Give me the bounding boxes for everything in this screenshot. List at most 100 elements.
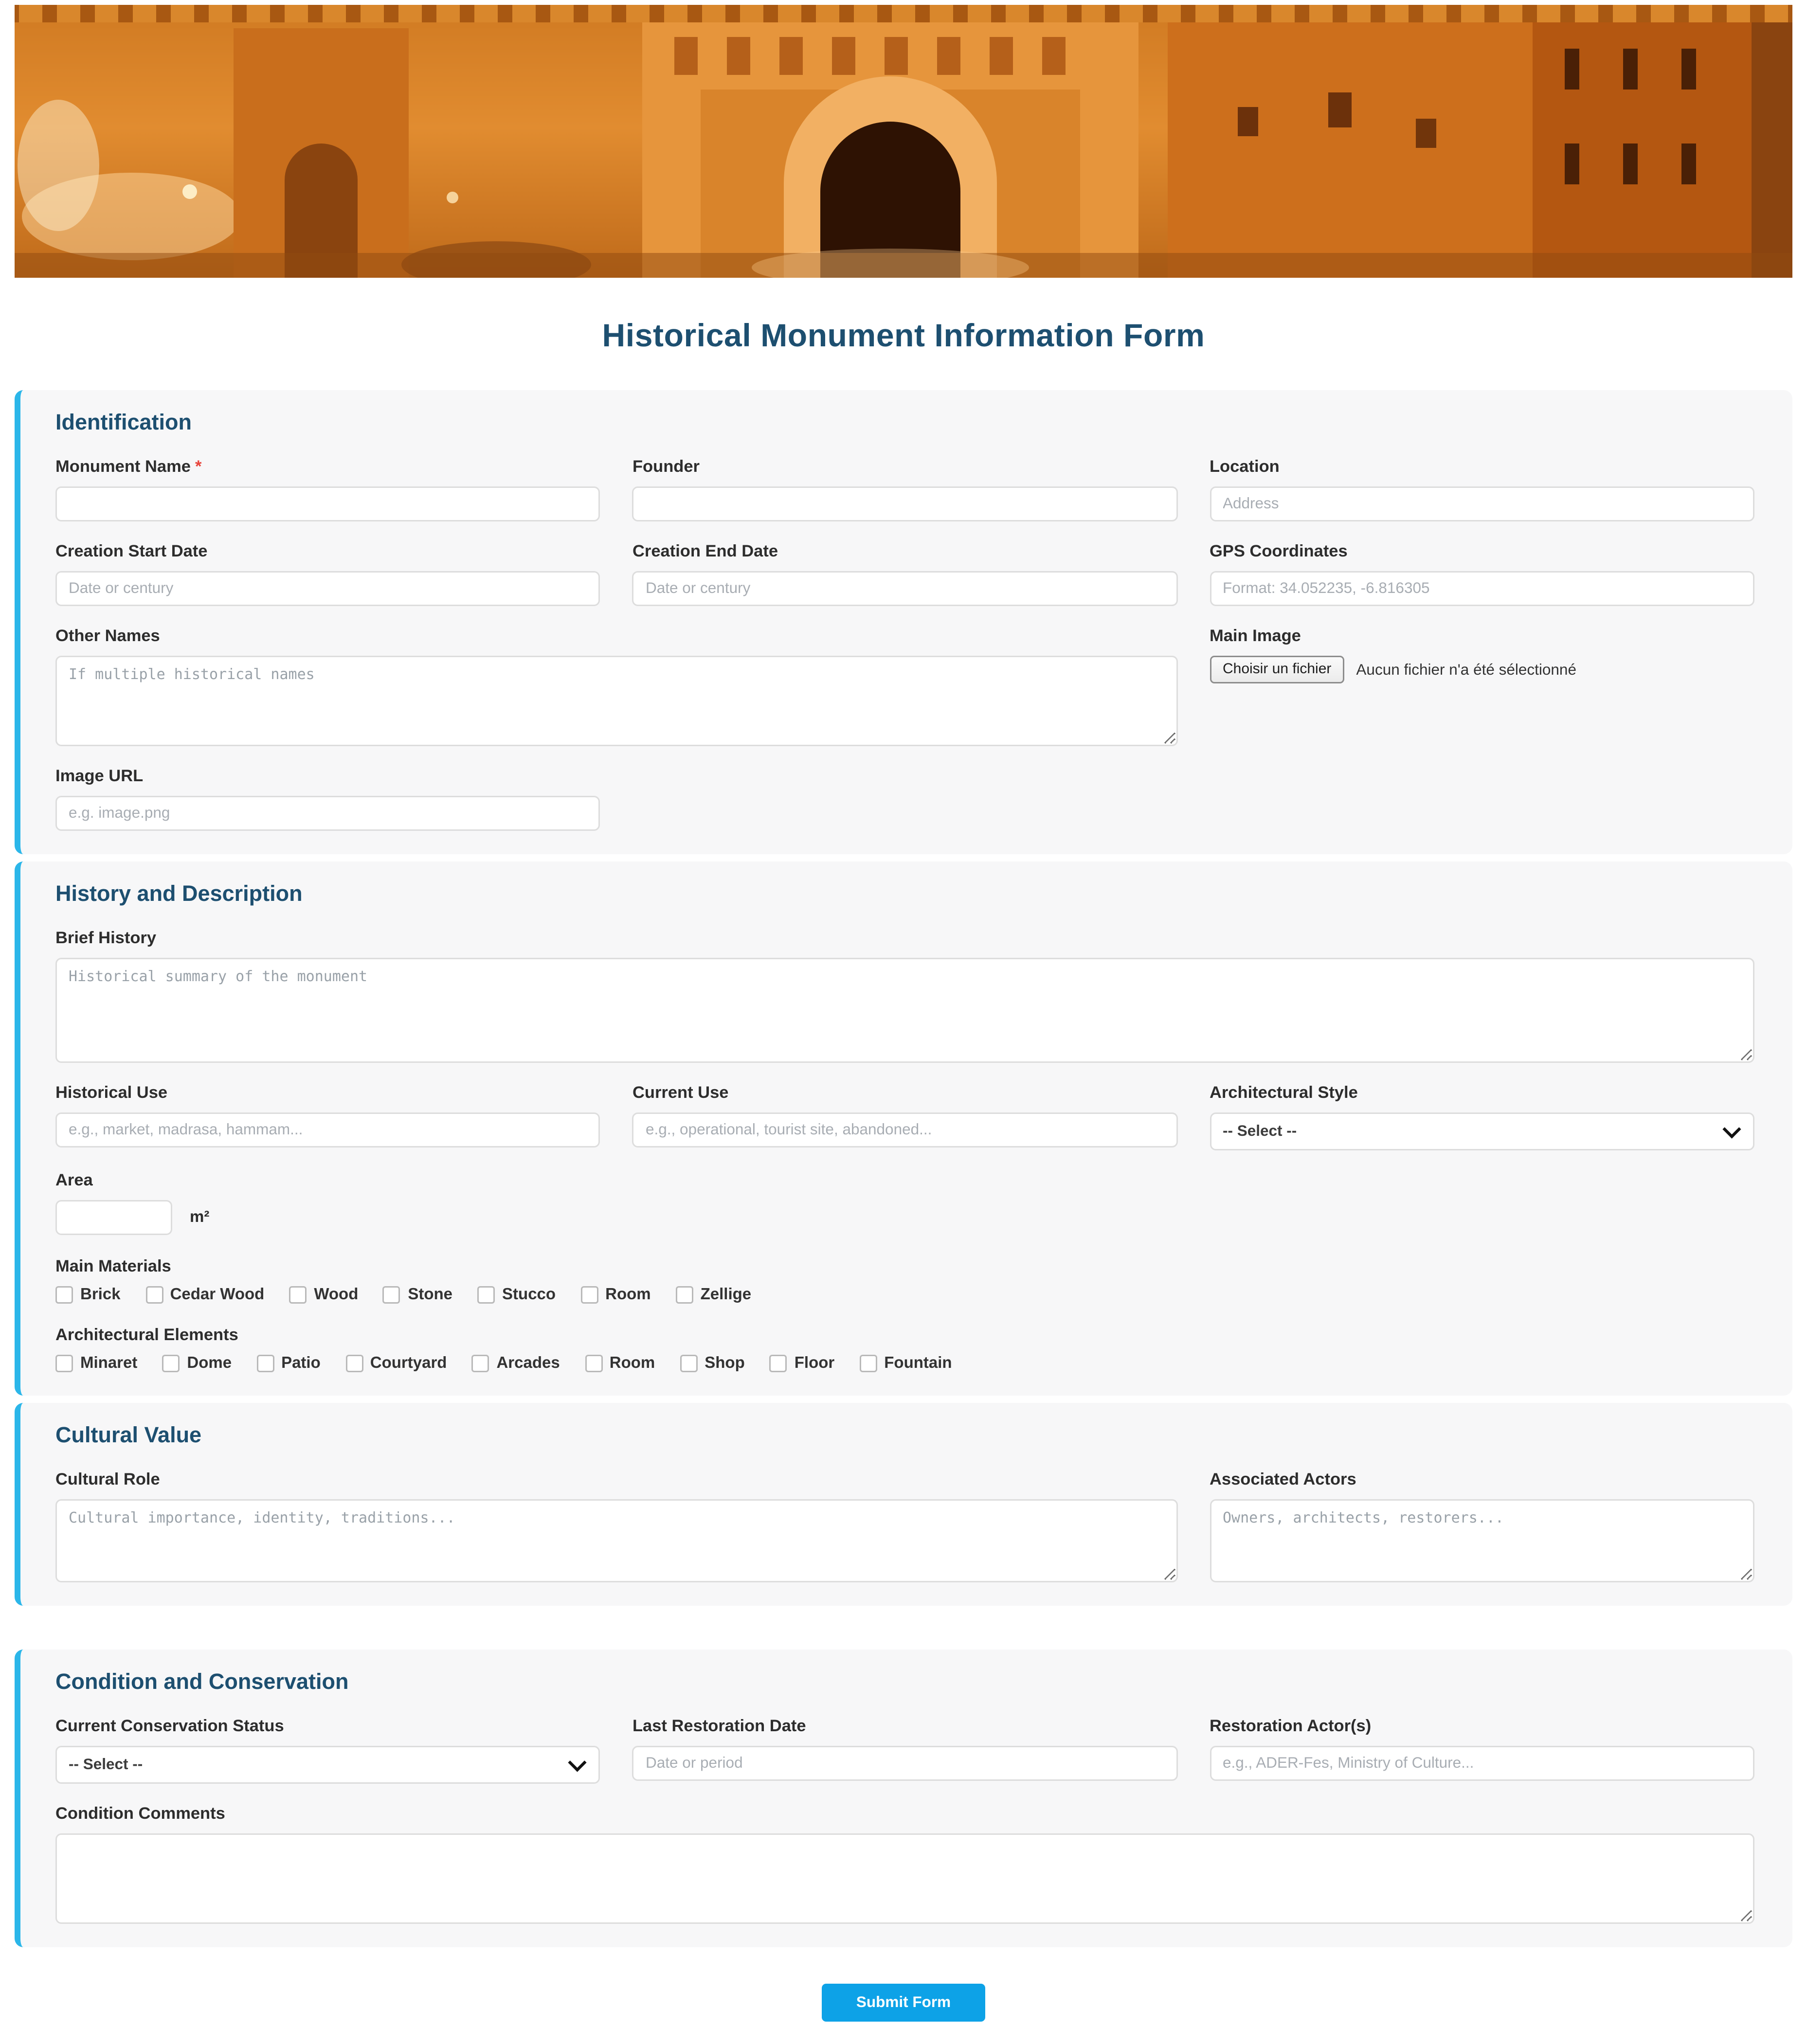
field-current-use: Current Use	[632, 1085, 1177, 1150]
cultural-role-label: Cultural Role	[55, 1471, 1177, 1489]
last-restoration-date-input[interactable]	[632, 1746, 1177, 1781]
field-historical-use: Historical Use	[55, 1085, 600, 1150]
other-names-textarea[interactable]	[55, 656, 1177, 746]
checkbox-icon[interactable]	[345, 1355, 363, 1372]
field-founder: Founder	[632, 459, 1177, 521]
required-marker: *	[195, 459, 201, 476]
condition-comments-textarea[interactable]	[55, 1833, 1754, 1924]
checkbox-icon[interactable]	[256, 1355, 274, 1372]
page: Historical Monument Information Form Ide…	[0, 5, 1807, 2044]
brief-history-textarea[interactable]	[55, 958, 1754, 1063]
architectural-elements-group: Minaret Dome Patio Courtyard Arcades Roo…	[55, 1355, 1754, 1372]
field-gps: GPS Coordinates	[1210, 543, 1754, 606]
architectural-style-label: Architectural Style	[1210, 1085, 1754, 1102]
checkbox-icon[interactable]	[676, 1286, 693, 1304]
section-history-description: History and Description Brief History Hi…	[15, 861, 1792, 1396]
checkbox-room-material[interactable]: Room	[580, 1286, 651, 1304]
location-input[interactable]	[1210, 486, 1754, 521]
conservation-status-label: Current Conservation Status	[55, 1718, 600, 1736]
checkbox-icon[interactable]	[477, 1286, 495, 1304]
area-unit: m²	[190, 1209, 209, 1226]
conservation-status-select[interactable]: -- Select --	[55, 1746, 600, 1784]
field-main-image: Main Image Choisir un fichier Aucun fich…	[1210, 628, 1754, 746]
checkbox-zellige[interactable]: Zellige	[676, 1286, 752, 1304]
choose-file-button[interactable]: Choisir un fichier	[1210, 656, 1344, 683]
field-last-restoration: Last Restoration Date	[632, 1718, 1177, 1784]
checkbox-icon[interactable]	[580, 1286, 598, 1304]
checkbox-icon[interactable]	[471, 1355, 489, 1372]
field-associated-actors: Associated Actors	[1210, 1471, 1754, 1582]
creation-start-date-input[interactable]	[55, 571, 600, 606]
main-image-label: Main Image	[1210, 628, 1754, 645]
checkbox-icon[interactable]	[145, 1286, 163, 1304]
checkbox-minaret[interactable]: Minaret	[55, 1355, 137, 1372]
checkbox-icon[interactable]	[55, 1355, 73, 1372]
field-monument-name: Monument Name*	[55, 459, 600, 521]
section-title-identification: Identification	[55, 411, 1754, 435]
conservation-status-value: -- Select --	[69, 1756, 143, 1774]
checkbox-fountain[interactable]: Fountain	[859, 1355, 952, 1372]
checkbox-dome[interactable]: Dome	[162, 1355, 232, 1372]
field-creation-end: Creation End Date	[632, 543, 1177, 606]
checkbox-icon[interactable]	[859, 1355, 877, 1372]
checkbox-arcades[interactable]: Arcades	[471, 1355, 560, 1372]
creation-end-date-input[interactable]	[632, 571, 1177, 606]
checkbox-courtyard[interactable]: Courtyard	[345, 1355, 447, 1372]
current-use-input[interactable]	[632, 1112, 1177, 1148]
checkbox-floor[interactable]: Floor	[770, 1355, 835, 1372]
section-title-condition: Condition and Conservation	[55, 1670, 1754, 1695]
field-conservation-status: Current Conservation Status -- Select --	[55, 1718, 600, 1784]
checkbox-brick[interactable]: Brick	[55, 1286, 121, 1304]
architectural-elements-label: Architectural Elements	[55, 1327, 1754, 1345]
field-location: Location	[1210, 459, 1754, 521]
chevron-down-icon	[568, 1753, 587, 1772]
founder-input[interactable]	[632, 486, 1177, 521]
gps-label: GPS Coordinates	[1210, 543, 1754, 561]
current-use-label: Current Use	[632, 1085, 1177, 1102]
historical-use-label: Historical Use	[55, 1085, 600, 1102]
main-image-file-input[interactable]: Choisir un fichier Aucun fichier n'a été…	[1210, 656, 1754, 683]
architectural-style-value: -- Select --	[1223, 1123, 1297, 1140]
checkbox-icon[interactable]	[770, 1355, 787, 1372]
field-brief-history: Brief History	[55, 930, 1754, 1063]
checkbox-icon[interactable]	[680, 1355, 697, 1372]
checkbox-cedar-wood[interactable]: Cedar Wood	[145, 1286, 265, 1304]
submit-button[interactable]: Submit Form	[821, 1984, 986, 2022]
checkbox-room-element[interactable]: Room	[585, 1355, 655, 1372]
checkbox-wood[interactable]: Wood	[289, 1286, 358, 1304]
monument-name-label: Monument Name*	[55, 459, 600, 476]
gps-coordinates-input[interactable]	[1210, 571, 1754, 606]
monument-name-input[interactable]	[55, 486, 600, 521]
checkbox-icon[interactable]	[289, 1286, 307, 1304]
area-input[interactable]	[55, 1200, 172, 1235]
field-cultural-role: Cultural Role	[55, 1471, 1177, 1582]
last-restoration-label: Last Restoration Date	[632, 1718, 1177, 1736]
architectural-style-select[interactable]: -- Select --	[1210, 1112, 1754, 1150]
field-other-names: Other Names	[55, 628, 1177, 746]
checkbox-patio[interactable]: Patio	[256, 1355, 321, 1372]
field-main-materials: Main Materials Brick Cedar Wood Wood Sto…	[55, 1258, 1754, 1304]
checkbox-stone[interactable]: Stone	[383, 1286, 452, 1304]
field-condition-comments: Condition Comments	[55, 1806, 1754, 1924]
associated-actors-textarea[interactable]	[1210, 1499, 1754, 1582]
image-url-input[interactable]	[55, 796, 600, 831]
cultural-role-textarea[interactable]	[55, 1499, 1177, 1582]
checkbox-icon[interactable]	[55, 1286, 73, 1304]
checkbox-icon[interactable]	[585, 1355, 602, 1372]
checkbox-stucco[interactable]: Stucco	[477, 1286, 556, 1304]
form: Identification Monument Name* Founder Lo…	[15, 390, 1792, 2022]
restoration-actors-input[interactable]	[1210, 1746, 1754, 1781]
area-label: Area	[55, 1172, 1754, 1190]
checkbox-icon[interactable]	[383, 1286, 400, 1304]
central-gate	[642, 17, 1138, 278]
monument-photo	[15, 5, 1792, 278]
right-tower	[1533, 5, 1752, 278]
section-identification: Identification Monument Name* Founder Lo…	[15, 390, 1792, 854]
historical-use-input[interactable]	[55, 1112, 600, 1148]
checkbox-icon[interactable]	[162, 1355, 180, 1372]
no-file-selected-text: Aucun fichier n'a été sélectionné	[1356, 661, 1576, 679]
section-cultural-value: Cultural Value Cultural Role Associated …	[15, 1403, 1792, 1606]
checkbox-shop[interactable]: Shop	[680, 1355, 745, 1372]
associated-actors-label: Associated Actors	[1210, 1471, 1754, 1489]
founder-label: Founder	[632, 459, 1177, 476]
